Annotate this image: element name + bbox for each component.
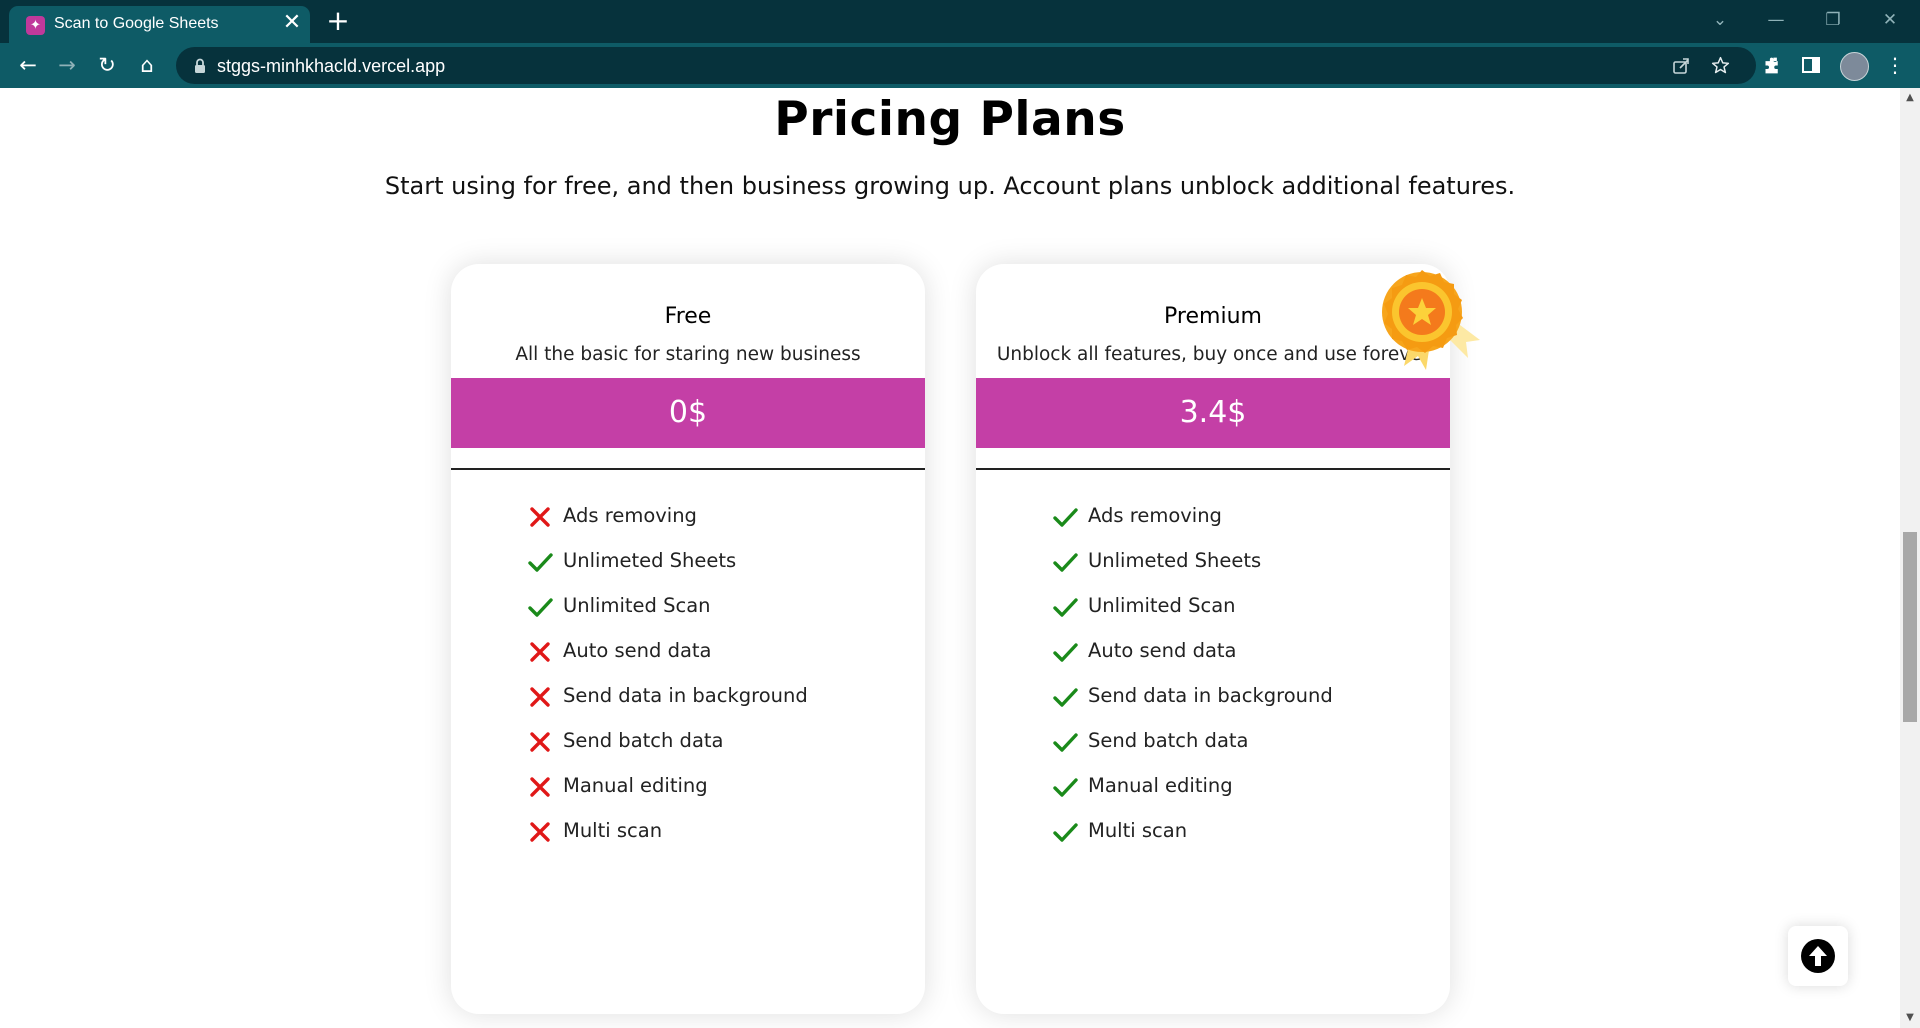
check-icon — [1053, 733, 1078, 752]
cross-icon — [530, 507, 550, 527]
check-icon — [528, 553, 553, 572]
tab-close-icon[interactable]: ✕ — [279, 10, 305, 36]
page-subtitle: Start using for free, and then business … — [384, 172, 1516, 200]
bookmark-star-icon[interactable] — [1710, 55, 1731, 76]
check-icon — [528, 598, 553, 617]
feature-label: Unlimeted Sheets — [1088, 549, 1262, 572]
scroll-up-arrow-icon[interactable]: ▲ — [1900, 90, 1920, 106]
restore-button[interactable]: ❐ — [1813, 6, 1853, 34]
feature-label: Send data in background — [1088, 684, 1333, 707]
award-badge-icon — [1382, 270, 1480, 370]
feature-label: Send batch data — [1088, 729, 1249, 752]
plan-card-free: Free All the basic for staring new busin… — [451, 264, 925, 1014]
extensions-icon[interactable] — [1762, 55, 1783, 76]
plan-name: Free — [664, 304, 712, 329]
tab-active[interactable]: ✦ Scan to Google Sheets ✕ — [9, 6, 310, 43]
plan-price: 3.4$ — [1179, 395, 1247, 430]
cross-icon — [530, 822, 550, 842]
cross-icon — [530, 777, 550, 797]
lock-icon — [195, 58, 205, 73]
tab-strip: ✦ Scan to Google Sheets ✕ + ⌄ — ❐ ✕ — [0, 0, 1920, 43]
check-icon — [1053, 643, 1078, 662]
feature-label: Send batch data — [563, 729, 724, 752]
feature-label: Unlimited Scan — [563, 594, 711, 617]
feature-label: Manual editing — [1088, 774, 1233, 797]
forward-button[interactable]: → — [52, 50, 82, 80]
tab-title: Scan to Google Sheets — [54, 15, 219, 32]
divider — [451, 468, 925, 470]
home-button[interactable]: ⌂ — [132, 50, 162, 80]
divider — [976, 468, 1450, 470]
close-window-button[interactable]: ✕ — [1870, 6, 1910, 34]
cross-icon — [530, 642, 550, 662]
check-icon — [1053, 823, 1078, 842]
browser-toolbar: ← → ↻ ⌂ stggs-minhkhacld.vercel.app ⋮ — [0, 43, 1920, 88]
plan-price: 0$ — [668, 395, 708, 430]
menu-kebab-icon[interactable]: ⋮ — [1880, 50, 1910, 80]
plan-card-premium: Premium Unblock all features, buy once a… — [976, 264, 1450, 1014]
feature-label: Unlimeted Sheets — [563, 549, 737, 572]
price-band: 3.4$ — [976, 378, 1450, 448]
address-url: stggs-minhkhacld.vercel.app — [217, 56, 446, 76]
address-bar[interactable]: stggs-minhkhacld.vercel.app — [176, 47, 1756, 84]
feature-label: Multi scan — [1088, 819, 1188, 842]
scroll-to-top-button[interactable] — [1788, 926, 1848, 986]
feature-label: Ads removing — [563, 504, 697, 527]
feature-label: Auto send data — [563, 639, 712, 662]
feature-label: Unlimited Scan — [1088, 594, 1236, 617]
side-panel-icon[interactable] — [1801, 55, 1821, 75]
back-button[interactable]: ← — [13, 50, 43, 80]
tab-search-icon[interactable]: ⌄ — [1700, 6, 1740, 34]
scrollbar-thumb[interactable] — [1903, 532, 1917, 722]
reload-button[interactable]: ↻ — [92, 50, 122, 80]
page-title: Pricing Plans — [774, 92, 1126, 147]
check-icon — [1053, 553, 1078, 572]
scan-logo-icon: ✦ — [26, 16, 45, 35]
scroll-down-arrow-icon[interactable]: ▼ — [1900, 1010, 1920, 1026]
check-icon — [1053, 508, 1078, 527]
arrow-up-circle-icon — [1801, 939, 1835, 973]
check-icon — [1053, 598, 1078, 617]
feature-label: Send data in background — [563, 684, 808, 707]
plan-description: All the basic for staring new business — [515, 344, 861, 365]
minimize-button[interactable]: — — [1756, 6, 1796, 34]
page-content: Pricing Plans Start using for free, and … — [0, 88, 1900, 1028]
feature-label: Auto send data — [1088, 639, 1237, 662]
check-icon — [1053, 778, 1078, 797]
new-tab-button[interactable]: + — [324, 7, 352, 35]
profile-avatar[interactable] — [1840, 52, 1869, 81]
feature-label: Manual editing — [563, 774, 708, 797]
cross-icon — [530, 732, 550, 752]
feature-label: Multi scan — [563, 819, 663, 842]
check-icon — [1053, 688, 1078, 707]
price-band: 0$ — [451, 378, 925, 448]
share-icon[interactable] — [1671, 56, 1691, 76]
cross-icon — [530, 687, 550, 707]
feature-label: Ads removing — [1088, 504, 1222, 527]
